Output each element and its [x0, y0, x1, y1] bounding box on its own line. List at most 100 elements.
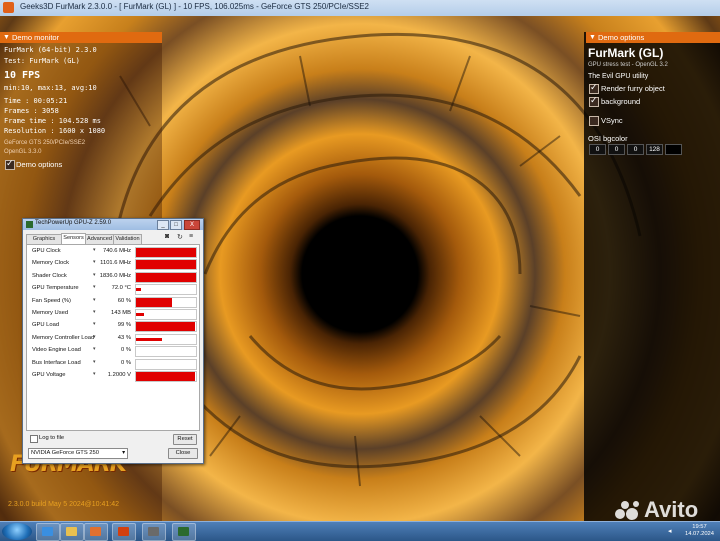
taskbar-app-icon[interactable] — [142, 523, 166, 541]
render-furry-label: Render furry object — [601, 84, 665, 93]
osi-bgcolor-label: OSI bgcolor — [588, 134, 628, 143]
sensor-graph — [135, 284, 197, 296]
sensor-graph — [135, 259, 197, 271]
sensor-value: 72.0 °C — [111, 285, 131, 292]
options-subtitle: GPU stress test - OpenGL 3.2 — [588, 62, 668, 68]
reset-button[interactable]: Reset — [173, 434, 197, 445]
start-button[interactable] — [2, 523, 32, 540]
sensor-value: 0 % — [121, 359, 131, 366]
demo-options-checkbox[interactable] — [5, 158, 15, 170]
menu-icon[interactable]: ≡ — [189, 233, 193, 240]
sensor-graph — [135, 321, 197, 333]
sensor-value: 1.2000 V — [107, 372, 131, 378]
taskbar: ◂ 19:57 14.07.2024 — [0, 521, 720, 541]
demo-options-title: Demo options — [598, 33, 645, 42]
sensor-value: 1101.6 MHz — [100, 260, 131, 267]
sensor-row: Bus Interface Load ▾ 0 % — [27, 358, 199, 370]
clock-date: 14.07.2024 — [684, 531, 714, 537]
background-checkbox[interactable] — [589, 95, 599, 107]
sensor-value: 143 MB — [111, 310, 131, 316]
maximize-button[interactable]: □ — [170, 220, 182, 230]
demo-monitor-header[interactable]: ▼ Demo monitor — [0, 32, 162, 43]
furmark-app-icon — [3, 2, 14, 13]
frame-count: Frames : 3058 — [4, 107, 59, 115]
sensor-name: GPU Clock — [32, 248, 61, 254]
sensor-name: GPU Temperature — [32, 285, 79, 292]
minimize-button[interactable]: _ — [157, 220, 169, 230]
elapsed-time: Time : 00:05:21 — [4, 97, 68, 105]
sensor-name: GPU Voltage — [32, 372, 66, 378]
sensor-graph-fill — [136, 272, 196, 282]
log-to-file-checkbox[interactable] — [30, 435, 38, 443]
gpuz-titlebar[interactable]: TechPowerUp GPU-Z 2.59.0 _ □ X — [23, 219, 203, 230]
gpuz-title: TechPowerUp GPU-Z 2.59.0 — [35, 220, 112, 226]
tab-sensors[interactable]: Sensors — [61, 233, 86, 244]
demo-monitor-title: Demo monitor — [12, 33, 60, 42]
refresh-icon[interactable]: ↻ — [177, 233, 183, 241]
collapse-triangle-icon: ▼ — [3, 34, 10, 41]
sensor-name: GPU Load — [32, 322, 60, 329]
sensor-name: Memory Clock — [32, 260, 70, 267]
sensor-graph-fill — [136, 288, 141, 292]
avito-text: Avito — [644, 497, 699, 522]
close-window-button[interactable]: X — [184, 220, 200, 230]
gpu-select[interactable]: NVIDIA GeForce GTS 250 ▾ — [28, 448, 128, 459]
close-button[interactable]: Close — [168, 448, 198, 459]
tab-graphics-card[interactable]: Graphics Card — [26, 234, 62, 251]
demo-options-header[interactable]: ▼ Demo options — [586, 32, 720, 43]
taskbar-ie-icon[interactable] — [36, 523, 60, 541]
osi-color-swatch[interactable] — [665, 144, 682, 155]
gpu-renderer: GeForce GTS 250/PCIe/SSE2 — [4, 140, 86, 146]
sensor-row: GPU Voltage ▾ 1.2000 V — [27, 370, 199, 382]
sensor-graph-fill — [136, 322, 196, 332]
options-app-title: FurMark (GL) — [588, 46, 664, 60]
log-to-file-label: Log to file — [39, 435, 65, 441]
sensor-graph — [135, 247, 197, 258]
sensor-row: Video Engine Load ▾ 0 % — [27, 345, 199, 358]
sensor-row: Memory Clock ▾ 1101.6 MHz — [27, 258, 199, 271]
fps-readout: 10 FPS — [4, 70, 41, 81]
fps-stats: min:10, max:13, avg:10 — [4, 84, 97, 92]
sensor-graph-fill — [136, 248, 196, 257]
sensor-row: Fan Speed (%) ▾ 60 % — [27, 296, 199, 308]
sensor-name: Fan Speed (%) — [32, 297, 71, 304]
window-titlebar[interactable]: Geeks3D FurMark 2.3.0.0 - [ FurMark (GL)… — [0, 0, 720, 17]
sensor-graph — [135, 309, 197, 320]
sensor-graph-fill — [136, 297, 172, 307]
sensor-row: Memory Controller Load ▾ 43 % — [27, 333, 199, 345]
sensor-graph-fill — [136, 372, 195, 381]
osi-green-field[interactable]: 0 — [608, 144, 625, 155]
sensor-graph — [135, 271, 197, 283]
demo-options-label: Demo options — [16, 160, 63, 169]
tab-advanced[interactable]: Advanced — [85, 234, 114, 244]
gpuz-window[interactable]: TechPowerUp GPU-Z 2.59.0 _ □ X Graphics … — [22, 218, 204, 464]
taskbar-explorer-icon[interactable] — [60, 523, 84, 541]
vsync-checkbox[interactable] — [589, 116, 599, 126]
osi-red-field[interactable]: 0 — [589, 144, 606, 155]
taskbar-gpuz-icon[interactable] — [172, 523, 196, 541]
collapse-triangle-icon: ▼ — [589, 34, 596, 41]
sensor-row: Shader Clock ▾ 1836.0 MHz — [27, 271, 199, 283]
window-title: Geeks3D FurMark 2.3.0.0 - [ FurMark (GL)… — [20, 2, 370, 11]
volume-icon[interactable]: ◂ — [668, 527, 672, 535]
osi-alpha-field[interactable]: 128 — [646, 144, 663, 155]
frame-time: Frame time : 104.528 ms — [4, 117, 101, 125]
system-clock[interactable]: 19:57 14.07.2024 — [685, 524, 714, 538]
sensor-value: 60 % — [117, 297, 131, 304]
sensor-row: Memory Used ▾ 143 MB — [27, 308, 199, 320]
vsync-label: VSync — [601, 116, 623, 125]
render-furry-checkbox[interactable] — [589, 82, 599, 94]
camera-icon[interactable]: ◙ — [165, 233, 169, 240]
sensor-name: Shader Clock — [32, 272, 67, 279]
taskbar-furmark-icon[interactable] — [112, 523, 136, 541]
sensor-graph — [135, 296, 197, 308]
background-label: background — [601, 97, 641, 106]
resolution: Resolution : 1600 x 1080 — [4, 127, 106, 135]
sensor-graph — [135, 358, 197, 370]
tab-validation[interactable]: Validation — [113, 234, 142, 244]
taskbar-media-icon[interactable] — [84, 523, 108, 541]
sensor-graph — [135, 333, 197, 345]
osi-blue-field[interactable]: 0 — [627, 144, 644, 155]
gpu-select-value: NVIDIA GeForce GTS 250 — [31, 450, 99, 456]
clock-time: 19:57 — [692, 524, 707, 530]
